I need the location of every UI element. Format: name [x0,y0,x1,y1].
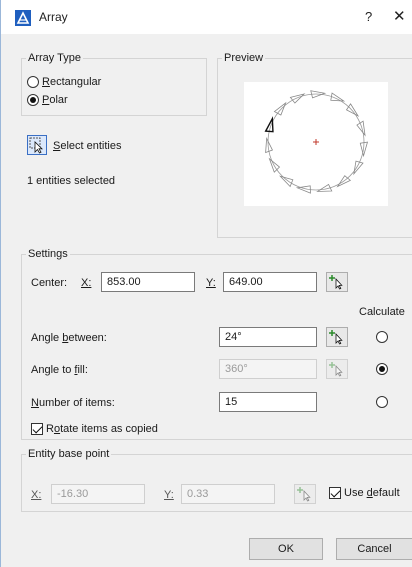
calculate-angle-to-fill-radio[interactable] [376,363,388,375]
use-default-checkbox[interactable]: Use default [329,487,400,499]
calculate-number-of-items-radio[interactable] [376,396,388,408]
array-item-shape [289,93,306,104]
polar-array-preview [264,90,369,194]
dialog-content: Array Type Rectangular Polar Preview Sel… [1,34,412,567]
pick-base-point-button [294,484,316,504]
calculate-header: Calculate [359,306,405,318]
radio-polar-label: Polar [42,94,68,106]
settings-legend: Settings [28,248,68,260]
array-item-shape [356,120,366,137]
angle-to-fill-rest: ill: [77,364,88,376]
pick-center-button[interactable] [326,272,348,292]
selection-status: 1 entities selected [27,175,116,187]
array-item-shape [359,141,369,158]
center-y-label: Y: [206,277,216,289]
ok-button[interactable]: OK [249,538,323,560]
array-item-shape [264,116,274,133]
radio-polar-circle[interactable] [27,94,39,106]
title-bar: Array ? ✕ [1,0,412,34]
select-cursor-icon [29,137,43,154]
array-item-copy [356,120,366,137]
radio-rectangular-rest: ectangular [49,76,102,88]
select-entities-button[interactable] [27,135,47,155]
center-label: Center: [31,277,68,289]
array-item-copy [279,175,294,188]
center-y-input[interactable]: 649.00 [223,272,317,292]
angle-to-fill-input: 360° [219,359,317,379]
close-button[interactable]: ✕ [393,7,406,25]
rotate-items-pre: R [46,423,54,435]
array-item-copy [330,92,346,102]
use-default-pre: Use [344,487,367,499]
entity-base-point-legend: Entity base point [28,448,110,460]
angle-between-pre: Angle [31,332,63,344]
array-item-shape [353,160,364,176]
array-item-source [264,116,274,133]
base-x-input: -16.30 [51,484,145,504]
center-x-input[interactable]: 853.00 [101,272,195,292]
number-of-items-input[interactable]: 15 [219,392,317,412]
preview-legend: Preview [224,52,264,64]
array-item-shape [330,92,346,102]
array-item-copy [316,183,333,192]
use-default-rest: efault [372,487,400,499]
rotate-items-checkbox[interactable]: Rotate items as copied [31,423,158,435]
center-x-label: X: [81,277,92,289]
radio-polar-rest: olar [49,94,68,106]
preview-canvas [244,82,388,206]
select-entities-label: Select entities [53,140,122,152]
array-item-copy [336,175,352,188]
array-item-copy [295,185,311,194]
use-default-label: Use default [344,487,400,499]
number-of-items-rest: umber of items: [38,397,115,409]
array-item-shape [316,183,333,192]
pick-point-icon [329,275,343,290]
rotate-items-check[interactable] [31,423,43,435]
rotate-items-rest: tate items as copied [60,423,158,435]
array-item-copy [289,93,306,104]
pick-angle-between-button[interactable] [326,327,348,347]
radio-polar[interactable]: Polar [27,94,68,106]
array-item-copy [268,157,281,173]
angle-between-rest: etween: [68,332,107,344]
angle-to-fill-pre: Angle to [31,364,75,376]
radio-rectangular[interactable]: Rectangular [27,76,101,88]
array-item-copy [359,141,369,158]
settings-group: Settings [21,248,412,440]
array-item-shape [336,175,352,188]
pick-angle-to-fill-button [326,359,348,379]
array-item-shape [279,175,294,188]
dialog-title: Array [39,10,68,24]
base-y-input: 0.33 [181,484,275,504]
cancel-button[interactable]: Cancel [336,538,412,560]
rotate-items-label: Rotate items as copied [46,423,158,435]
radio-rectangular-mnemonic: R [42,76,50,88]
array-item-shape [268,157,281,173]
radio-rectangular-label: Rectangular [42,76,101,88]
select-entities-rest: elect entities [60,140,122,152]
pick-angle-icon [329,330,343,345]
help-button[interactable]: ? [365,9,372,24]
angle-between-label: Angle between: [31,332,107,344]
number-of-items-mnemonic: N [31,397,39,409]
array-item-copy [353,160,364,176]
array-type-legend: Array Type [28,52,81,64]
array-dialog: Array ? ✕ Array Type Rectangular Polar P… [0,0,412,567]
base-x-label: X: [31,489,42,501]
calculate-angle-between-radio[interactable] [376,331,388,343]
pick-base-icon [297,487,311,502]
array-app-icon [15,10,31,26]
number-of-items-label: Number of items: [31,397,115,409]
array-item-shape [295,185,311,194]
base-y-label: Y: [164,489,174,501]
preview-group: Preview [217,52,412,238]
use-default-check[interactable] [329,487,341,499]
angle-to-fill-label: Angle to fill: [31,364,88,376]
angle-between-input[interactable]: 24° [219,327,317,347]
radio-rectangular-circle[interactable] [27,76,39,88]
pick-angle-fill-icon [329,362,343,377]
